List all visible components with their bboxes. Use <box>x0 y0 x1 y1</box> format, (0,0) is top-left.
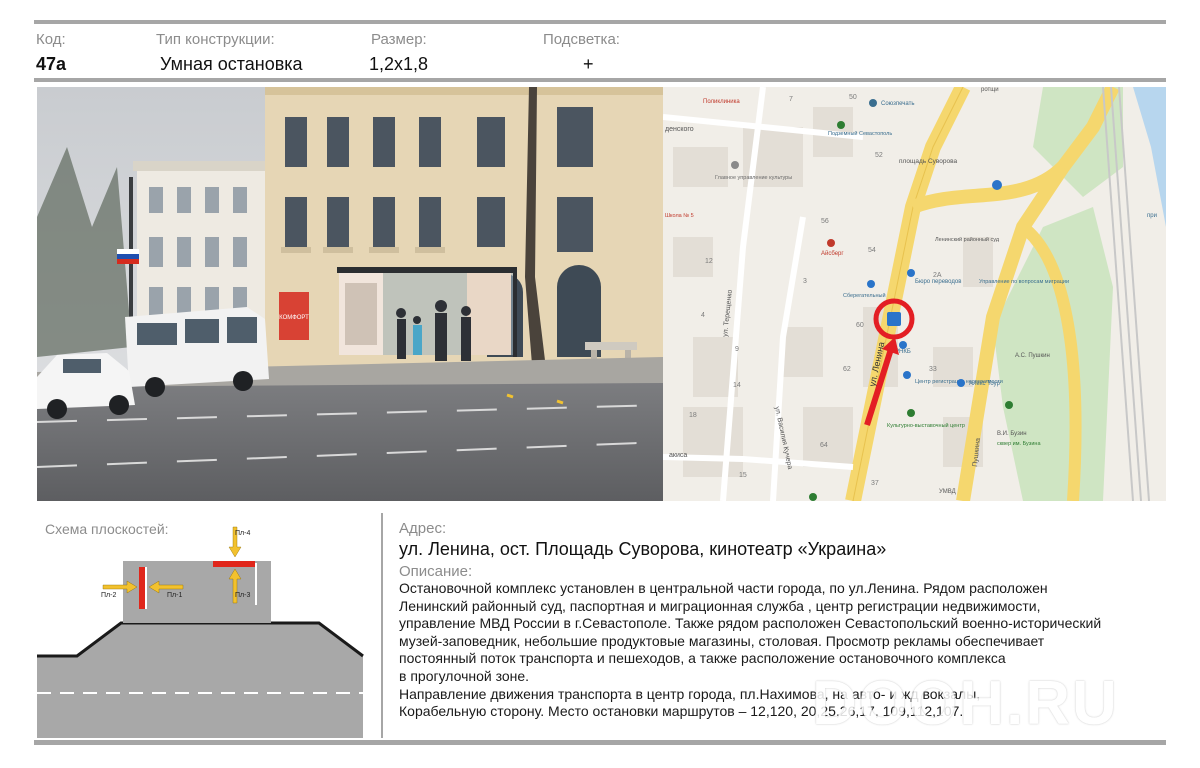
bottom-rule <box>34 740 1166 745</box>
map-edge-label-rotshi: ротщи <box>981 87 999 93</box>
poi-sberegatelny: Сберегательный <box>843 292 886 299</box>
watermark: DOOH.RU <box>812 669 1119 738</box>
poi-glavnoe: Главное управление культуры <box>715 175 792 181</box>
house-60: 60 <box>856 322 864 329</box>
house-2a: 2А <box>933 272 942 279</box>
house-15: 15 <box>739 472 747 479</box>
poi-umvd: УМВД <box>939 489 956 495</box>
plane-3-label: Пл-3 <box>235 592 250 599</box>
poi-school: Школа № 5 <box>665 213 694 219</box>
poi-leninsky: Ленинский районный суд <box>935 236 1000 243</box>
house-56: 56 <box>821 218 829 225</box>
house-54: 54 <box>868 247 876 254</box>
house-52: 52 <box>875 152 883 159</box>
address-label: Адрес: <box>399 520 447 537</box>
poi-skver: сквер им. Бузина <box>997 441 1041 447</box>
map-illustration: 7 50 52 56 54 60 62 64 37 33 2А 9 18 14 … <box>663 87 1166 501</box>
description-line: Остановочной комплекс установлен в центр… <box>399 580 1048 596</box>
poi-buzin: В.И. Бузин <box>997 431 1027 437</box>
description-line: музей-заповедник, небольшие продуктовые … <box>399 632 1045 649</box>
description-label: Описание: <box>399 563 473 580</box>
section-divider <box>381 513 383 738</box>
top-rule <box>34 20 1166 24</box>
poi-soyuzpechat: Союзпечать <box>881 101 915 107</box>
house-4: 4 <box>701 312 705 319</box>
house-33: 33 <box>929 366 937 373</box>
size-label: Размер: <box>371 31 427 48</box>
plane-4-label: Пл-4 <box>235 530 250 537</box>
light-label: Подсветка: <box>543 31 620 48</box>
description-line: постоянный поток транспорта и пешеходов,… <box>399 650 1006 667</box>
house-12: 12 <box>705 258 713 265</box>
size-value: 1,2х1,8 <box>369 54 429 74</box>
poi-pushkin: А.С. Пушкин <box>1015 353 1050 359</box>
house-62: 62 <box>843 366 851 373</box>
code-label: Код: <box>36 31 66 48</box>
street-denskogo: денского <box>665 126 694 133</box>
description-line: Ленинский районный суд, паспортная и миг… <box>399 597 1041 614</box>
planes-diagram: Пл-4 Пл-2 Пл-1 Пл-3 <box>37 526 364 738</box>
planes-schema: Схема плоскостей: Пл-4 Пл-2 Пл-1 Пл-3 <box>37 513 367 738</box>
header-rule <box>34 78 1166 82</box>
light-value: + <box>583 54 594 74</box>
house-50: 50 <box>849 94 857 101</box>
house-9: 9 <box>735 346 739 353</box>
poi-podzemny: Подземный Севастополь <box>828 130 892 137</box>
house-3: 3 <box>803 278 807 285</box>
plane-1-label: Пл-1 <box>167 592 182 599</box>
poi-byuro: Бюро переводов <box>915 279 961 285</box>
plane-2-label: Пл-2 <box>101 592 116 599</box>
house-64: 64 <box>820 442 828 449</box>
map-edge-label-pri: при <box>1147 213 1157 219</box>
bus-stop-icon <box>887 312 901 326</box>
house-37: 37 <box>871 480 879 487</box>
storefront-sign: КОМФОРТ <box>279 315 309 321</box>
location-map: 7 50 52 56 54 60 62 64 37 33 2А 9 18 14 … <box>663 87 1166 501</box>
house-14: 14 <box>733 382 741 389</box>
street-photo-illustration: КОМФОРТ <box>37 87 663 501</box>
poi-kulturno: Культурно-выставочный центр <box>887 422 965 429</box>
description-line: управление МВД России в г.Севастополе. Т… <box>399 615 1102 632</box>
house-7: 7 <box>789 96 793 103</box>
house-18: 18 <box>689 412 697 419</box>
type-value: Умная остановка <box>160 54 303 74</box>
poi-poliklinika: Поликлиника <box>703 99 740 105</box>
poi-upravlenie: Управление по вопросам миграции <box>979 279 1069 285</box>
poi-alex: Алекс Тоур <box>969 381 1001 387</box>
street-akisa: акиса <box>669 452 687 459</box>
type-label: Тип конструкции: <box>156 31 275 48</box>
code-value: 47а <box>36 54 67 74</box>
address-value: ул. Ленина, ост. Площадь Суворова, кинот… <box>399 539 887 559</box>
map-ploshchad-label: площадь Суворова <box>899 158 957 165</box>
poi-aysberg: Айсберг <box>821 250 844 257</box>
location-photo: КОМФОРТ <box>37 87 663 501</box>
